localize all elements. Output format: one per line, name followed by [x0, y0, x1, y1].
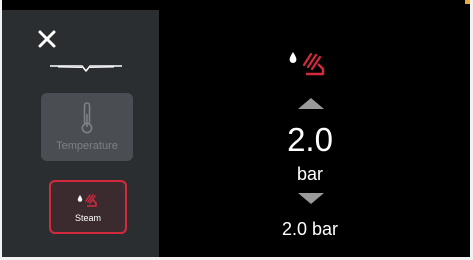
top-bar	[0, 0, 473, 10]
steam-icon	[289, 52, 325, 76]
steam-mode-button[interactable]: Steam	[49, 180, 127, 234]
thermometer-icon	[81, 102, 93, 134]
steam-mode-label: Steam	[74, 212, 101, 223]
divider-ornament-icon	[50, 65, 122, 72]
increase-button[interactable]	[298, 98, 324, 109]
pressure-value: 2.0	[287, 121, 333, 158]
temperature-mode-button[interactable]: Temperature	[41, 93, 133, 161]
device-screen: Temperature Steam 2.0 bar 2.0 bar	[0, 0, 473, 260]
decrease-button[interactable]	[298, 193, 324, 204]
temperature-mode-label: Temperature	[56, 140, 118, 152]
current-pressure-value: 2.0 bar	[281, 219, 339, 239]
steam-icon	[77, 193, 97, 207]
pressure-unit: bar	[296, 164, 323, 184]
close-button[interactable]	[36, 28, 58, 50]
close-icon	[38, 30, 56, 48]
